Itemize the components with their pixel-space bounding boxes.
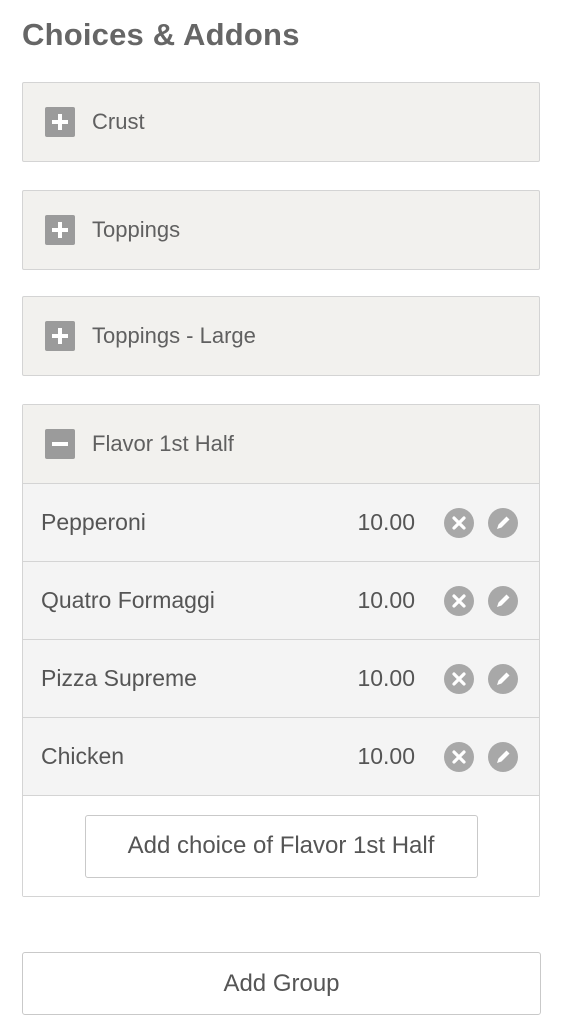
pencil-icon[interactable] bbox=[488, 507, 518, 538]
group-flavor-1st-half: Flavor 1st Half Pepperoni 10.00 Quatro F… bbox=[22, 404, 540, 897]
choice-row: Pizza Supreme 10.00 bbox=[23, 640, 539, 718]
remove-icon[interactable] bbox=[444, 741, 474, 772]
pencil-icon[interactable] bbox=[488, 741, 518, 772]
group-header-crust[interactable]: Crust bbox=[23, 83, 539, 161]
pencil-icon[interactable] bbox=[488, 663, 518, 694]
choice-price: 10.00 bbox=[357, 665, 415, 691]
group-header-toppings-large[interactable]: Toppings - Large bbox=[23, 297, 539, 375]
choice-name: Pepperoni bbox=[41, 509, 146, 535]
choice-row: Pepperoni 10.00 bbox=[23, 484, 539, 562]
group-label: Crust bbox=[92, 109, 145, 134]
group-label: Toppings bbox=[92, 217, 181, 242]
group-crust: Crust bbox=[22, 82, 540, 162]
group-label: Flavor 1st Half bbox=[92, 431, 234, 456]
add-choice-button[interactable]: Add choice of Flavor 1st Half bbox=[84, 814, 478, 878]
choice-price: 10.00 bbox=[357, 587, 415, 613]
minus-icon[interactable] bbox=[45, 429, 75, 459]
page-title: Choices & Addons bbox=[22, 17, 300, 52]
remove-icon[interactable] bbox=[444, 663, 474, 694]
group-toppings: Toppings bbox=[22, 190, 540, 270]
group-label: Toppings - Large bbox=[92, 323, 256, 348]
choice-row: Chicken 10.00 bbox=[23, 718, 539, 796]
plus-icon[interactable] bbox=[45, 321, 75, 351]
add-choice-area: Add choice of Flavor 1st Half bbox=[23, 796, 539, 896]
choice-row: Quatro Formaggi 10.00 bbox=[23, 562, 539, 640]
group-toppings-large: Toppings - Large bbox=[22, 296, 540, 376]
choice-price: 10.00 bbox=[357, 509, 415, 535]
group-header-flavor-1st-half[interactable]: Flavor 1st Half bbox=[23, 405, 539, 484]
add-group-button[interactable]: Add Group bbox=[22, 952, 541, 1015]
remove-icon[interactable] bbox=[444, 507, 474, 538]
group-header-toppings[interactable]: Toppings bbox=[23, 191, 539, 269]
choice-name: Pizza Supreme bbox=[41, 665, 197, 691]
remove-icon[interactable] bbox=[444, 585, 474, 616]
choice-name: Chicken bbox=[41, 743, 125, 769]
plus-icon[interactable] bbox=[45, 215, 75, 245]
choice-name: Quatro Formaggi bbox=[41, 587, 215, 613]
pencil-icon[interactable] bbox=[488, 585, 518, 616]
choice-price: 10.00 bbox=[357, 743, 415, 769]
plus-icon[interactable] bbox=[45, 107, 75, 137]
